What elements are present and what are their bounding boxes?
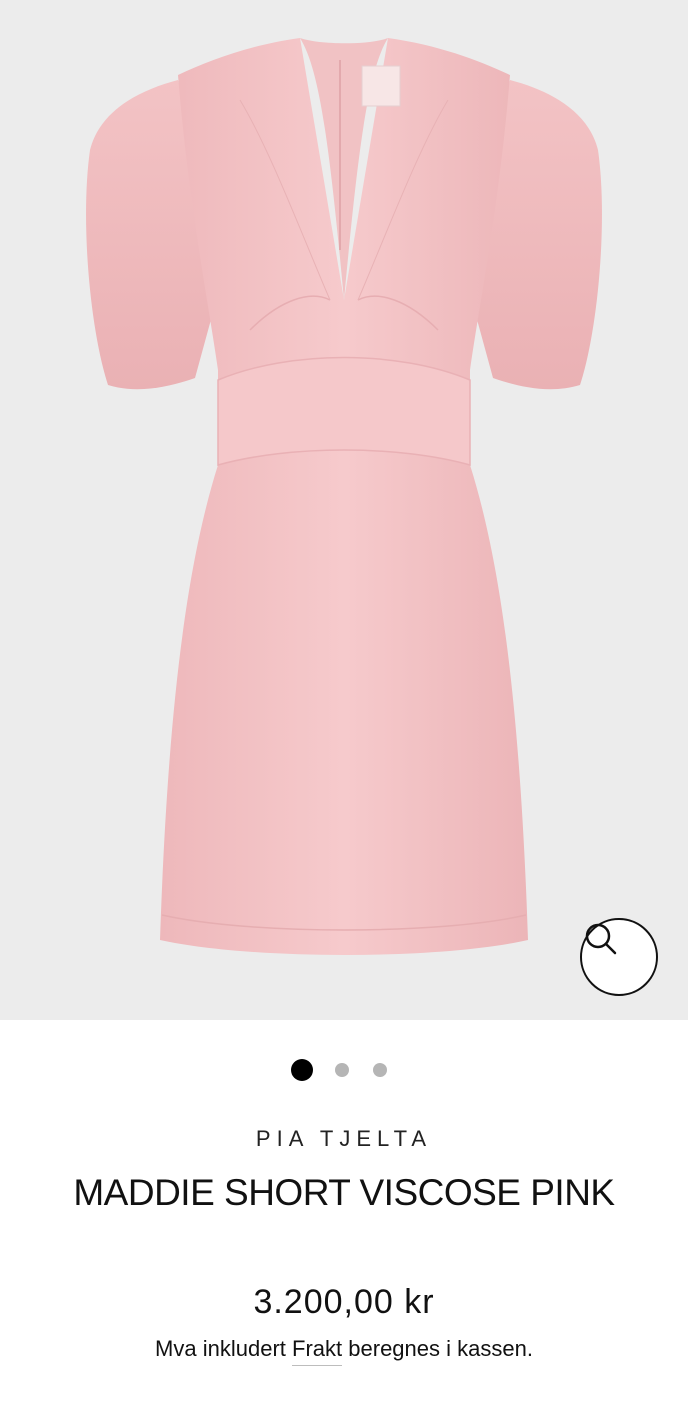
gallery-pagination (0, 1058, 688, 1082)
product-page: PIA TJELTA MADDIE SHORT VISCOSE PINK 3.2… (0, 0, 688, 1418)
product-price: 3.200,00 kr (253, 1283, 435, 1321)
pagination-dot-2[interactable] (335, 1063, 349, 1077)
pagination-dot-1[interactable] (291, 1059, 313, 1081)
tax-suffix: beregnes i kassen. (348, 1336, 533, 1361)
product-image[interactable] (0, 0, 688, 1020)
shipping-link[interactable]: Frakt (292, 1336, 343, 1366)
tax-shipping-info: Mva inkludert Frakt beregnes i kassen. (0, 1336, 688, 1366)
search-icon (585, 923, 617, 955)
product-title: MADDIE SHORT VISCOSE PINK (73, 1172, 615, 1213)
dress-illustration (86, 38, 602, 955)
zoom-button[interactable] (580, 918, 658, 996)
pagination-dot-3[interactable] (373, 1063, 387, 1077)
product-brand[interactable]: PIA TJELTA (0, 1126, 688, 1152)
tax-prefix: Mva inkludert (155, 1336, 286, 1361)
